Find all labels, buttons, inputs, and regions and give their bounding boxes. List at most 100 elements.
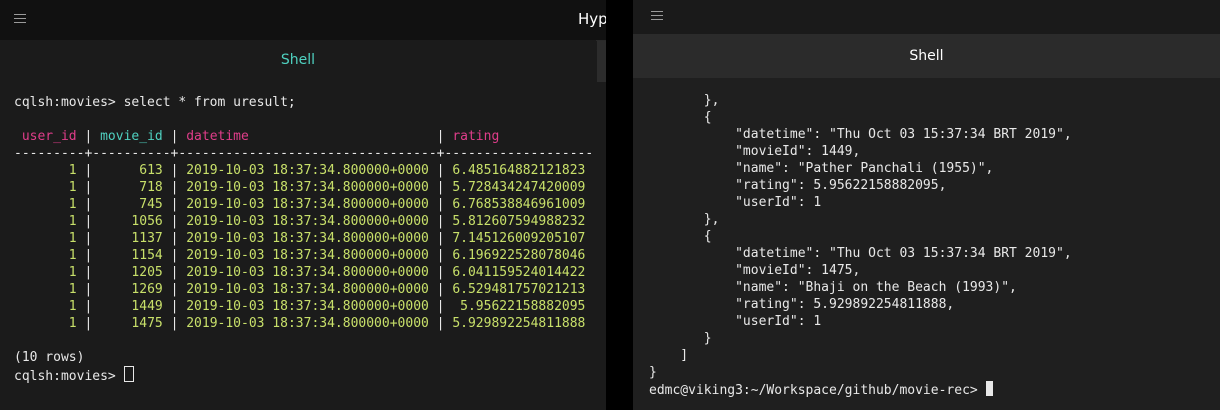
command-line: cqlsh:movies> select * from uresult; [14,94,606,111]
column-separator: | [436,299,445,314]
json-text: { [649,229,712,244]
output-line: }, [649,92,1220,109]
json-text: } [649,365,657,380]
terminal-output[interactable]: cqlsh:movies> select * from uresult; use… [14,94,606,384]
cell-rating: 6.529481757021213 [444,282,586,297]
json-text: "rating": 5.929892254811888, [649,297,955,312]
cell-user-id: 1 [14,316,85,331]
json-text: "name": "Pather Panchali (1955)", [649,161,994,176]
output-line: "name": "Bhaji on the Beach (1993)", [649,279,1220,296]
json-text: "name": "Bhaji on the Beach (1993)", [649,280,1017,295]
cell-user-id: 1 [14,282,85,297]
table-row: 1 | 1137 | 2019-10-03 18:37:34.800000+00… [14,230,606,247]
cell-datetime: 2019-10-03 18:37:34.800000+0000 [178,248,437,263]
output-line: } [649,364,1220,381]
output-line: "movieId": 1449, [649,143,1220,160]
column-separator: | [436,180,445,195]
cell-movie-id: 1137 [92,231,171,246]
column-separator: | [436,231,445,246]
table-row: 1 | 718 | 2019-10-03 18:37:34.800000+000… [14,179,606,196]
prompt-line: cqlsh:movies> [14,366,606,384]
cell-user-id: 1 [14,248,85,263]
json-text: ] [649,348,689,363]
tab-shell[interactable]: Shell [633,34,1220,78]
column-separator: | [436,316,445,331]
output-line: "movieId": 1475, [649,262,1220,279]
json-text: "movieId": 1475, [649,263,861,278]
output-line: "userId": 1 [649,313,1220,330]
cell-movie-id: 613 [92,163,171,178]
cell-movie-id: 1269 [92,282,171,297]
table-row: 1 | 1449 | 2019-10-03 18:37:34.800000+00… [14,298,606,315]
cell-datetime: 2019-10-03 18:37:34.800000+0000 [178,197,437,212]
cell-rating: 7.145126009205107 [444,231,586,246]
cell-datetime: 2019-10-03 18:37:34.800000+0000 [178,299,437,314]
column-separator: | [436,214,445,229]
cell-datetime: 2019-10-03 18:37:34.800000+0000 [178,282,437,297]
cursor [985,381,993,396]
row-count: (10 rows) [14,349,606,366]
cell-movie-id: 1205 [92,265,171,280]
output-line: "name": "Pather Panchali (1955)", [649,160,1220,177]
cell-user-id: 1 [14,180,85,195]
table-divider-text: ---------+----------+-------------------… [14,146,594,161]
output-line: "rating": 5.929892254811888, [649,296,1220,313]
cell-datetime: 2019-10-03 18:37:34.800000+0000 [178,180,437,195]
json-text: "datetime": "Thu Oct 03 15:37:34 BRT 201… [649,246,1072,261]
column-separator: | [436,129,445,144]
output-line: "datetime": "Thu Oct 03 15:37:34 BRT 201… [649,245,1220,262]
cell-rating: 5.929892254811888 [444,316,586,331]
json-text: "datetime": "Thu Oct 03 15:37:34 BRT 201… [649,127,1072,142]
cell-rating: 6.485164882121823 [444,163,586,178]
cell-datetime: 2019-10-03 18:37:34.800000+0000 [178,214,437,229]
output-line: ] [649,347,1220,364]
cell-rating: 6.196922528078046 [444,248,586,263]
cursor [123,366,134,382]
prompt-text: cqlsh:movies> [14,369,124,384]
column-header: datetime [178,129,437,144]
column-separator: | [436,163,445,178]
json-text: { [649,110,712,125]
terminal-output[interactable]: }, { "datetime": "Thu Oct 03 15:37:34 BR… [649,92,1220,398]
table-header: user_id | movie_id | datetime | rating [14,128,606,145]
cell-datetime: 2019-10-03 18:37:34.800000+0000 [178,163,437,178]
output-line: }, [649,211,1220,228]
title-bar: Hype [0,0,606,41]
cell-datetime: 2019-10-03 18:37:34.800000+0000 [178,316,437,331]
output-line: "userId": 1 [649,194,1220,211]
table-row: 1 | 1154 | 2019-10-03 18:37:34.800000+00… [14,247,606,264]
hamburger-menu-icon[interactable] [651,11,663,21]
column-separator: | [436,265,445,280]
tab-shell[interactable]: Shell [0,40,596,80]
cell-user-id: 1 [14,231,85,246]
cell-movie-id: 718 [92,180,171,195]
hamburger-menu-icon[interactable] [14,14,26,24]
tab-scroll-handle[interactable] [597,41,606,82]
cell-rating: 5.728434247420009 [444,180,586,195]
cell-user-id: 1 [14,214,85,229]
cell-datetime: 2019-10-03 18:37:34.800000+0000 [178,265,437,280]
column-separator: | [436,197,445,212]
cell-user-id: 1 [14,163,85,178]
cell-movie-id: 1449 [92,299,171,314]
table-row: 1 | 1205 | 2019-10-03 18:37:34.800000+00… [14,264,606,281]
table-divider: ---------+----------+-------------------… [14,145,606,162]
cell-movie-id: 1056 [92,214,171,229]
json-text: }, [649,212,720,227]
table-row: 1 | 1056 | 2019-10-03 18:37:34.800000+00… [14,213,606,230]
table-row: 1 | 1269 | 2019-10-03 18:37:34.800000+00… [14,281,606,298]
column-header: user_id [14,129,85,144]
json-text: } [649,331,712,346]
right-terminal-window: Shell }, { "datetime": "Thu Oct 03 15:37… [633,0,1220,410]
left-terminal-window: Hype Shell cqlsh:movies> select * from u… [0,0,606,410]
cell-rating: 6.041159524014422 [444,265,586,280]
json-text: "rating": 5.95622158882095, [649,178,947,193]
table-row: 1 | 745 | 2019-10-03 18:37:34.800000+000… [14,196,606,213]
output-line: "datetime": "Thu Oct 03 15:37:34 BRT 201… [649,126,1220,143]
json-text: "userId": 1 [649,314,822,329]
cell-movie-id: 1475 [92,316,171,331]
prompt-text: edmc@viking3:~/Workspace/github/movie-re… [649,383,986,398]
app-title: Hype [578,10,606,28]
column-separator: | [436,282,445,297]
